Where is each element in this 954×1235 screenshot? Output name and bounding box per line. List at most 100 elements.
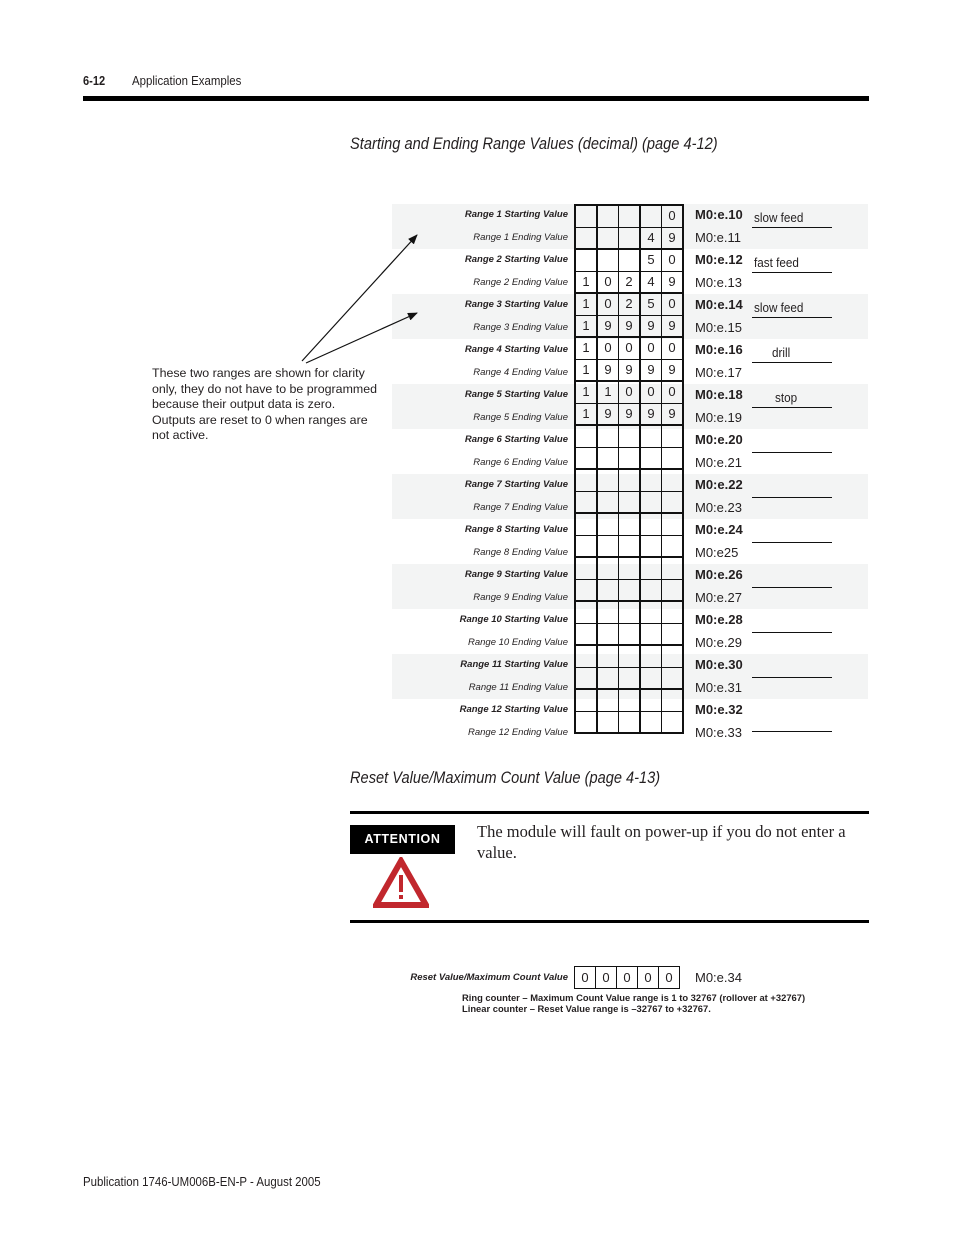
digit-cell: 0 (596, 336, 619, 360)
header-rule (83, 96, 869, 101)
range-8-start-address: M0:e.24 (695, 522, 743, 537)
range-1-start-row: 0 (574, 204, 684, 228)
reset-section-title: Reset Value/Maximum Count Value (page 4-… (350, 768, 661, 787)
digit-cell (596, 204, 619, 228)
digit-cell (639, 534, 662, 558)
digit-cell (661, 534, 684, 558)
digit-cell (574, 248, 598, 272)
digit-cell (618, 688, 641, 712)
range-9-output (752, 565, 832, 588)
range-9-start-address: M0:e.26 (695, 567, 743, 582)
reset-digit: 0 (637, 966, 659, 989)
digit-cell (639, 710, 662, 734)
range-1-start-address: M0:e.10 (695, 207, 743, 222)
digit-cell: 5 (639, 248, 662, 272)
range-9-end-label: Range 9 Ending Value (473, 591, 568, 603)
range-11-end-label: Range 11 Ending Value (468, 681, 568, 693)
digit-cell (574, 424, 598, 448)
digit-cell (618, 710, 641, 734)
digit-cell (618, 534, 641, 558)
range-4-start-row: 10000 (574, 336, 684, 360)
digit-cell (596, 446, 619, 470)
digit-cell (661, 688, 684, 712)
range-10-start-label: Range 10 Starting Value (459, 614, 568, 625)
range-5-start-label: Range 5 Starting Value (464, 389, 568, 400)
digit-cell: 0 (661, 336, 684, 360)
range-1-output-text: slow feed (754, 210, 804, 225)
range-11-start-address: M0:e.30 (695, 657, 743, 672)
range-section-title: Starting and Ending Range Values (decima… (350, 134, 718, 153)
digit-cell (596, 710, 619, 734)
range-2-end-row: 10249 (574, 270, 684, 294)
range-6-output (752, 430, 832, 453)
range-1-output: slow feed (752, 205, 832, 228)
callout-note: These two ranges are shown for clarity o… (152, 366, 378, 442)
digit-cell: 9 (639, 402, 662, 426)
range-8-end-address: M0:e25 (695, 544, 739, 560)
range-10-start-row (574, 600, 684, 624)
range-value-grid: 0495010249102501999910000199991100019999 (574, 204, 684, 734)
digit-cell (574, 644, 598, 668)
range-5-end-address: M0:e.19 (695, 409, 742, 425)
digit-cell (639, 666, 662, 690)
digit-cell (639, 556, 662, 580)
range-3-end-row: 19999 (574, 314, 684, 338)
range-5-output: stop (752, 385, 832, 408)
range-2-output-text: fast feed (754, 255, 799, 270)
digit-cell (618, 622, 641, 646)
range-12-end-row (574, 710, 684, 734)
digit-cell (596, 512, 619, 536)
digit-cell: 9 (596, 402, 619, 426)
digit-cell (596, 622, 619, 646)
range-8-output (752, 520, 832, 543)
digit-cell: 1 (574, 380, 598, 404)
range-7-output (752, 475, 832, 498)
digit-cell (596, 556, 619, 580)
digit-cell (596, 666, 619, 690)
digit-cell: 9 (661, 270, 684, 294)
range-4-end-address: M0:e.17 (695, 364, 742, 380)
digit-cell (661, 644, 684, 668)
digit-cell: 9 (661, 314, 684, 338)
digit-cell (618, 644, 641, 668)
digit-cell (574, 490, 598, 514)
digit-cell (596, 468, 619, 492)
digit-cell: 0 (661, 292, 684, 316)
range-2-end-address: M0:e.13 (695, 274, 742, 290)
range-8-start-row (574, 512, 684, 536)
range-7-end-row (574, 490, 684, 514)
range-1-start-label: Range 1 Starting Value (464, 209, 568, 220)
digit-cell (618, 600, 641, 624)
digit-cell (661, 490, 684, 514)
digit-cell (639, 578, 662, 602)
range-9-start-label: Range 9 Starting Value (464, 569, 568, 580)
digit-cell: 9 (639, 314, 662, 338)
range-3-output: slow feed (752, 295, 832, 318)
range-10-start-address: M0:e.28 (695, 612, 743, 627)
range-6-start-row (574, 424, 684, 448)
digit-cell: 1 (596, 380, 619, 404)
digit-cell (639, 622, 662, 646)
digit-cell (596, 688, 619, 712)
range-7-end-address: M0:e.23 (695, 499, 742, 515)
range-11-start-row (574, 644, 684, 668)
attention-badge: ATTENTION (350, 825, 455, 854)
digit-cell (661, 600, 684, 624)
range-9-end-address: M0:e.27 (695, 589, 742, 605)
ring-counter-note: Ring counter – Maximum Count Value range… (462, 992, 806, 1003)
digit-cell (574, 622, 598, 646)
digit-cell: 1 (574, 270, 598, 294)
range-10-end-address: M0:e.29 (695, 634, 742, 650)
digit-cell (618, 226, 641, 250)
digit-cell: 0 (618, 336, 641, 360)
digit-cell (574, 446, 598, 470)
attention-top-rule (350, 811, 869, 814)
digit-cell: 1 (574, 358, 598, 382)
digit-cell (618, 512, 641, 536)
digit-cell (661, 556, 684, 580)
digit-cell (661, 424, 684, 448)
digit-cell (661, 468, 684, 492)
reset-digit: 0 (616, 966, 638, 989)
reset-notes: Ring counter – Maximum Count Value range… (462, 992, 805, 1014)
range-12-start-label: Range 12 Starting Value (459, 704, 568, 715)
